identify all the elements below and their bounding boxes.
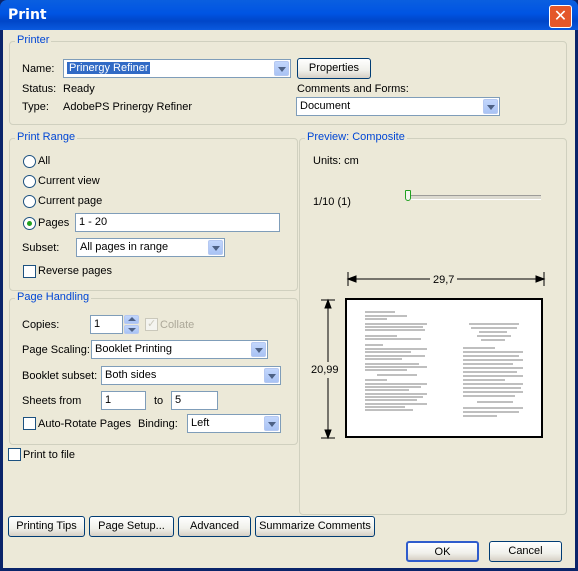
printer-name-label: Name: <box>22 63 55 75</box>
units-label: Units: cm <box>313 155 359 167</box>
preview-slider-thumb[interactable] <box>405 190 411 201</box>
range-current-view-radio[interactable] <box>23 175 36 188</box>
collate-label: Collate <box>160 319 195 331</box>
preview-thumbnail <box>365 311 523 417</box>
print-to-file-checkbox[interactable] <box>8 448 21 461</box>
sheets-to-input[interactable]: 5 <box>171 391 218 410</box>
range-pages-label[interactable]: Pages <box>38 217 69 229</box>
page-scaling-select[interactable]: Booklet Printing <box>91 340 268 359</box>
spin-up-icon[interactable] <box>124 315 139 324</box>
range-current-page-label[interactable]: Current page <box>38 195 102 207</box>
page-indicator: 1/10 (1) <box>313 196 351 208</box>
page-scaling-label: Page Scaling: <box>22 344 90 356</box>
page-setup-button[interactable]: Page Setup... <box>89 516 174 537</box>
auto-rotate-checkbox[interactable] <box>23 417 36 430</box>
advanced-button[interactable]: Advanced <box>178 516 251 537</box>
window-title: Print <box>8 7 47 23</box>
copies-value: 1 <box>94 318 101 330</box>
preview-height-label: 20,99 <box>311 362 339 378</box>
range-all-radio[interactable] <box>23 155 36 168</box>
chevron-down-icon[interactable] <box>264 416 279 431</box>
reverse-pages-label[interactable]: Reverse pages <box>38 265 112 277</box>
sheets-from-input[interactable]: 1 <box>101 391 146 410</box>
range-pages-radio[interactable] <box>23 217 36 230</box>
printer-type-value: AdobePS Prinergy Refiner <box>63 101 193 113</box>
sheets-to-label: to <box>154 395 164 407</box>
range-all-label[interactable]: All <box>38 155 50 167</box>
sheets-from-value: 1 <box>105 394 112 406</box>
chevron-down-icon[interactable] <box>208 240 223 255</box>
binding-select[interactable]: Left <box>187 414 281 433</box>
preview-page <box>345 298 543 438</box>
ok-button[interactable]: OK <box>406 541 479 562</box>
print-dialog: Print ✕ Printer Name: Prinergy Refiner P… <box>0 0 578 571</box>
cancel-button[interactable]: Cancel <box>489 541 562 562</box>
printing-tips-button[interactable]: Printing Tips <box>8 516 85 537</box>
preview-width-label: 29,7 <box>430 274 458 286</box>
subset-label: Subset: <box>22 242 60 254</box>
comments-forms-label: Comments and Forms: <box>297 83 409 95</box>
pages-input[interactable]: 1 - 20 <box>75 213 280 232</box>
printer-name-select[interactable]: Prinergy Refiner <box>63 59 291 78</box>
close-icon[interactable]: ✕ <box>549 5 572 28</box>
booklet-subset-label: Booklet subset: <box>22 370 98 382</box>
collate-checkbox[interactable] <box>145 317 158 331</box>
spin-down-icon[interactable] <box>124 325 139 334</box>
subset-value: All pages in range <box>80 241 169 253</box>
dialog-body: Printer Name: Prinergy Refiner Propertie… <box>3 30 575 568</box>
properties-button[interactable]: Properties <box>297 58 371 79</box>
summarize-comments-button[interactable]: Summarize Comments <box>255 516 375 537</box>
booklet-subset-value: Both sides <box>105 369 157 381</box>
printer-legend: Printer <box>15 34 52 46</box>
subset-select[interactable]: All pages in range <box>76 238 225 257</box>
printer-status-label: Status: <box>22 83 57 95</box>
chevron-down-icon[interactable] <box>264 368 279 383</box>
chevron-down-icon[interactable] <box>483 99 498 114</box>
print-to-file-label[interactable]: Print to file <box>23 449 75 461</box>
preview-legend: Preview: Composite <box>305 131 407 143</box>
range-current-page-radio[interactable] <box>23 195 36 208</box>
chevron-down-icon[interactable] <box>251 342 266 357</box>
title-bar[interactable]: Print ✕ <box>0 0 578 30</box>
print-range-legend: Print Range <box>15 131 78 143</box>
preview-slider-track[interactable] <box>407 195 541 200</box>
printer-status-value: Ready <box>63 83 95 95</box>
binding-label: Binding: <box>138 418 178 430</box>
sheets-from-label: Sheets from <box>22 395 82 407</box>
pages-value: 1 - 20 <box>79 216 108 228</box>
booklet-subset-select[interactable]: Both sides <box>101 366 281 385</box>
reverse-pages-checkbox[interactable] <box>23 265 36 278</box>
range-current-view-label[interactable]: Current view <box>38 175 100 187</box>
chevron-down-icon[interactable] <box>274 61 289 76</box>
comments-forms-select[interactable]: Document <box>296 97 500 116</box>
auto-rotate-label[interactable]: Auto-Rotate Pages <box>38 418 131 430</box>
copies-spinner[interactable] <box>124 315 139 334</box>
copies-input[interactable]: 1 <box>90 315 123 334</box>
comments-forms-value: Document <box>300 100 351 112</box>
printer-name-value: Prinergy Refiner <box>65 61 152 75</box>
binding-value: Left <box>191 417 210 429</box>
printer-type-label: Type: <box>22 101 49 113</box>
page-handling-legend: Page Handling <box>15 291 92 303</box>
sheets-to-value: 5 <box>175 394 182 406</box>
page-scaling-value: Booklet Printing <box>95 343 173 355</box>
copies-label: Copies: <box>22 319 60 331</box>
